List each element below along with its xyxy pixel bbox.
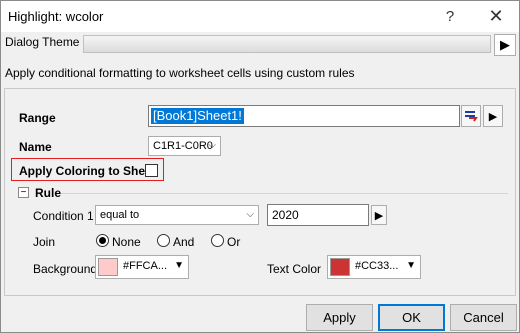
chevron-down-icon: ⌵: [208, 140, 216, 151]
range-value: [Book1]Sheet1!: [151, 108, 244, 124]
background-color-dropdown[interactable]: #FFCA... ▼: [95, 255, 189, 279]
dropdown-arrow-icon: ▼: [406, 260, 416, 271]
chevron-down-icon: ⌵: [246, 209, 254, 220]
ok-button[interactable]: OK: [378, 304, 445, 331]
background-color-value: #FFCA...: [123, 260, 168, 272]
apply-coloring-label: Apply Coloring to Sheet: [19, 164, 156, 178]
range-picker-icon: [465, 111, 478, 122]
background-color-swatch: [98, 258, 118, 276]
condition-label: Condition 1: [33, 209, 94, 223]
rule-group-label: Rule: [35, 186, 62, 200]
range-arrow-button[interactable]: ▶: [483, 105, 503, 127]
join-none-radio[interactable]: [96, 234, 109, 247]
join-none-label: None: [112, 235, 141, 249]
range-input[interactable]: [Book1]Sheet1!: [148, 105, 460, 127]
text-color-dropdown[interactable]: #CC33... ▼: [327, 255, 421, 279]
join-or-label: Or: [227, 235, 241, 249]
dialog-theme-label: Dialog Theme: [5, 35, 80, 49]
dialog-theme-arrow-button[interactable]: ▶: [494, 34, 516, 56]
rule-divider: [61, 193, 508, 194]
join-label: Join: [33, 235, 56, 249]
apply-coloring-checkbox[interactable]: [145, 164, 158, 177]
close-button[interactable]: ✕: [473, 1, 519, 32]
text-color-label: Text Color: [267, 262, 322, 276]
condition-value-input[interactable]: 2020: [267, 204, 369, 226]
background-label: Background: [33, 262, 98, 276]
name-label: Name: [19, 140, 52, 154]
help-button[interactable]: ?: [427, 1, 473, 32]
dialog-theme-bar[interactable]: [83, 35, 491, 53]
range-label: Range: [19, 111, 56, 125]
name-dropdown[interactable]: C1R1-C0R0 ⌵: [148, 136, 221, 156]
dialog-theme-row: Dialog Theme ▶: [1, 32, 519, 57]
button-bar: Apply OK Cancel: [1, 299, 519, 332]
range-picker-button[interactable]: [461, 105, 481, 127]
apply-button[interactable]: Apply: [306, 304, 373, 331]
text-color-swatch: [330, 258, 350, 276]
join-and-label: And: [173, 235, 195, 249]
title-bar: Highlight: wcolor ? ✕: [1, 1, 519, 32]
join-or-radio[interactable]: [211, 234, 224, 247]
dropdown-arrow-icon: ▼: [174, 260, 184, 271]
condition-operator-dropdown[interactable]: equal to ⌵: [95, 205, 259, 225]
join-and-radio[interactable]: [157, 234, 170, 247]
dialog-window: Highlight: wcolor ? ✕ Dialog Theme ▶ App…: [0, 0, 520, 333]
text-color-value: #CC33...: [355, 260, 399, 272]
cancel-button[interactable]: Cancel: [450, 304, 517, 331]
dialog-description: Apply conditional formatting to workshee…: [5, 66, 355, 80]
window-title: Highlight: wcolor: [8, 9, 104, 24]
condition-arrow-button[interactable]: ▶: [371, 205, 387, 225]
name-value: C1R1-C0R0: [153, 140, 213, 152]
rule-collapse-toggle[interactable]: −: [18, 187, 29, 198]
condition-operator-value: equal to: [100, 209, 140, 221]
